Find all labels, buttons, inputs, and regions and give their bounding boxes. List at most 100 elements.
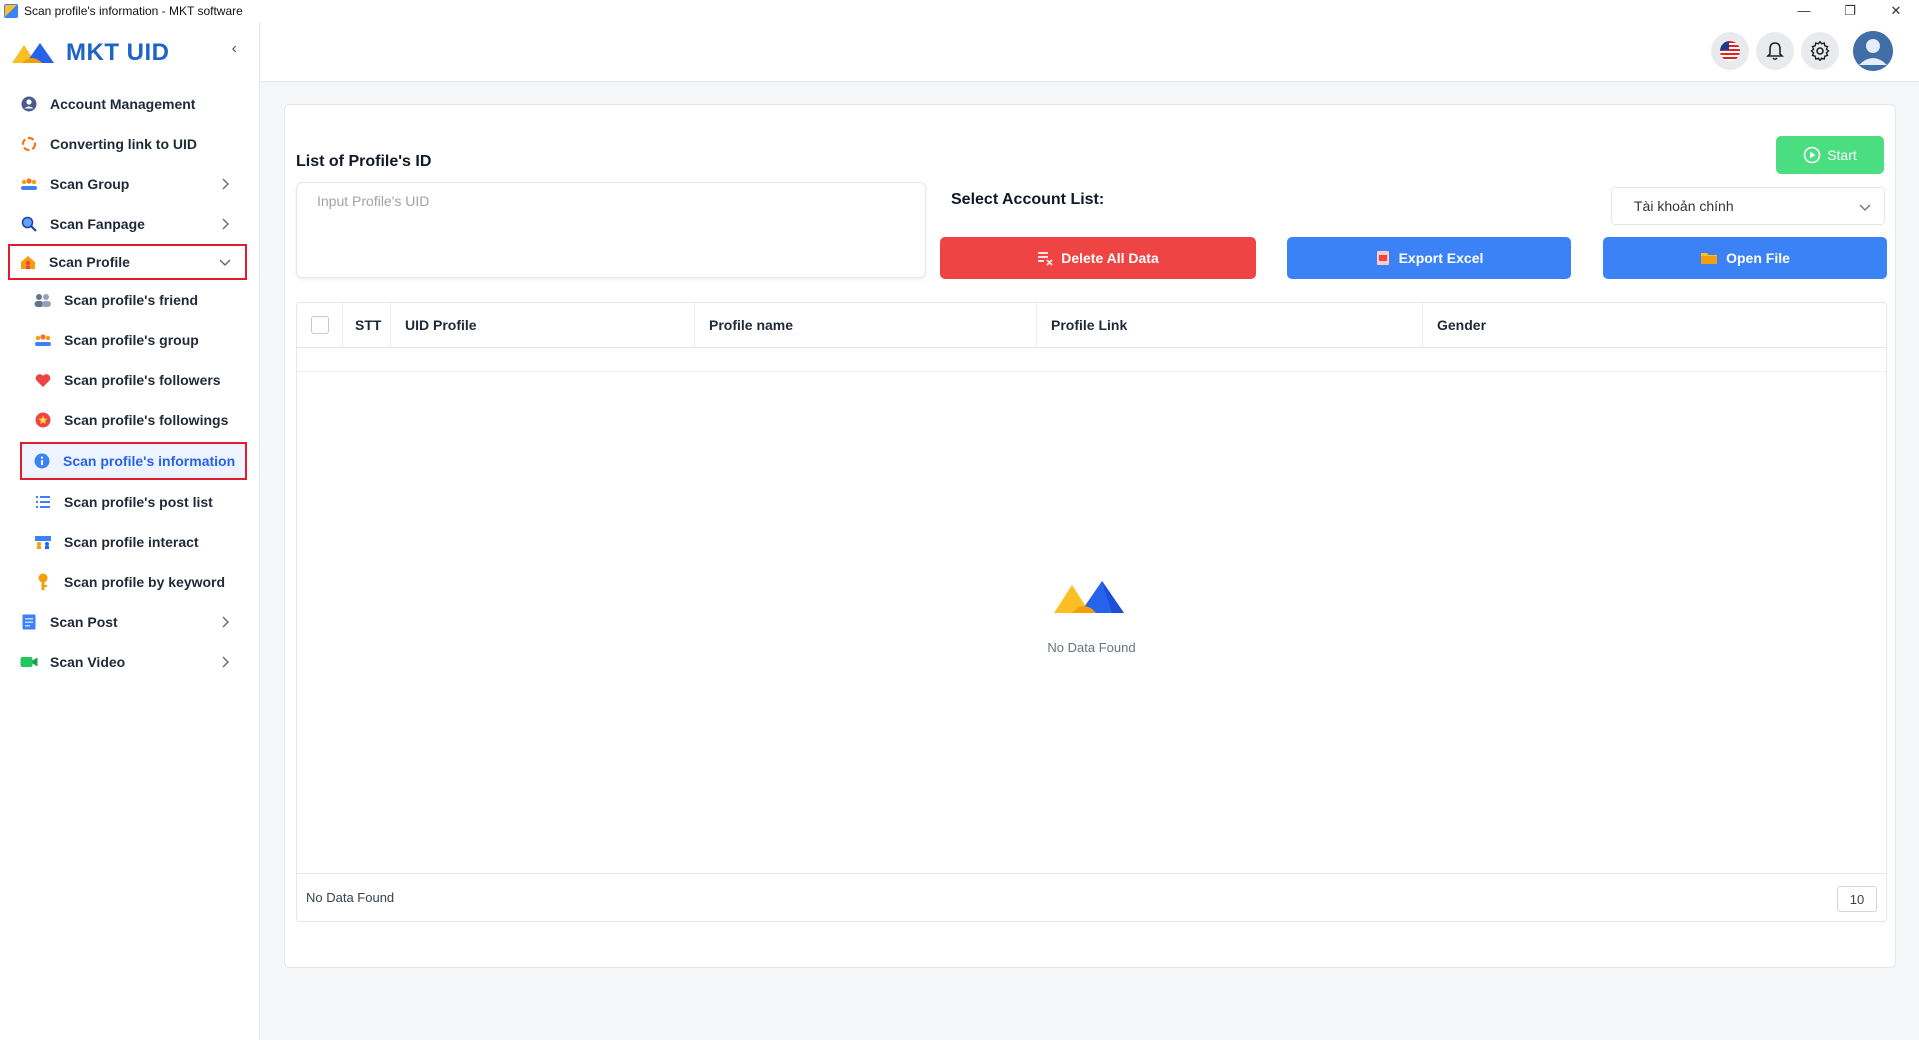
mkt-logo-icon	[1053, 581, 1124, 613]
section-title: List of Profile's ID	[296, 153, 432, 170]
sidebar-item-account-management[interactable]: Account Management	[0, 84, 259, 124]
user-avatar[interactable]	[1853, 31, 1893, 71]
brand-name: MKT UID	[66, 39, 170, 66]
sidebar-item-label: Scan Video	[50, 654, 126, 670]
window-controls: — ❐ ✕	[1781, 0, 1919, 22]
sidebar-collapse-button[interactable]: ‹	[232, 40, 237, 58]
sidebar-item-label: Scan profile by keyword	[64, 574, 226, 590]
profiles-table: STT UID Profile Profile name Profile Lin…	[296, 302, 1887, 922]
restore-button[interactable]: ❐	[1827, 0, 1873, 22]
sidebar-item-label: Scan profile's post list	[64, 494, 213, 510]
table-footer: No Data Found 10	[297, 873, 1886, 921]
folder-icon	[1701, 253, 1718, 264]
sidebar-item-label: Account Management	[50, 96, 196, 112]
account-select-value: Tài khoản chính	[1634, 198, 1734, 214]
profile-uid-input[interactable]	[296, 182, 926, 278]
gear-icon	[1810, 41, 1830, 61]
window-title: Scan profile's information - MKT softwar…	[24, 4, 243, 18]
chevron-down-icon	[219, 259, 231, 266]
sidebar-item-label: Scan profile's friend	[64, 292, 199, 308]
video-camera-icon	[20, 653, 38, 671]
user-icon	[1853, 31, 1893, 71]
sidebar-item-label: Scan Fanpage	[50, 216, 145, 232]
sidebar-subitem-profile-post-list[interactable]: Scan profile's post list	[0, 482, 259, 522]
sidebar-item-scan-group[interactable]: Scan Group	[0, 164, 259, 204]
sidebar-subitem-profile-followers[interactable]: Scan profile's followers	[0, 360, 259, 400]
sidebar-item-label: Scan Group	[50, 176, 130, 192]
account-circle-icon	[20, 95, 38, 113]
profile-house-icon	[19, 253, 37, 271]
column-header-uid-profile[interactable]: UID Profile	[391, 303, 695, 347]
delete-list-icon	[1038, 252, 1053, 266]
group-icon	[34, 331, 52, 349]
convert-icon	[20, 135, 38, 153]
settings-button[interactable]	[1801, 32, 1839, 70]
window-titlebar: Scan profile's information - MKT softwar…	[0, 0, 1919, 22]
mkt-logo-icon	[12, 43, 54, 63]
empty-state: No Data Found	[297, 575, 1886, 655]
sidebar-item-converting-link[interactable]: Converting link to UID	[0, 124, 259, 164]
sidebar-subitem-profile-friend[interactable]: Scan profile's friend	[0, 280, 259, 320]
open-file-label: Open File	[1726, 250, 1790, 266]
info-icon	[33, 452, 51, 470]
notifications-button[interactable]	[1756, 32, 1794, 70]
friends-icon	[34, 291, 52, 309]
app-icon	[4, 4, 18, 18]
sidebar-subitem-profile-group[interactable]: Scan profile's group	[0, 320, 259, 360]
table-header: STT UID Profile Profile name Profile Lin…	[297, 303, 1886, 348]
heart-icon	[34, 371, 52, 389]
search-icon	[20, 215, 38, 233]
select-all-checkbox[interactable]	[310, 316, 329, 334]
minimize-button[interactable]: —	[1781, 0, 1827, 22]
start-button-label: Start	[1827, 147, 1857, 163]
sidebar-item-label: Scan profile interact	[64, 534, 199, 550]
delete-all-data-button[interactable]: Delete All Data	[940, 237, 1256, 279]
table-filter-row	[297, 348, 1886, 372]
export-excel-label: Export Excel	[1398, 250, 1484, 266]
chevron-right-icon	[222, 178, 229, 190]
delete-all-data-label: Delete All Data	[1061, 250, 1159, 266]
post-icon	[20, 613, 38, 631]
sidebar-item-label: Scan profile's information	[63, 453, 236, 469]
column-header-profile-link[interactable]: Profile Link	[1037, 303, 1423, 347]
brand: MKT UID ‹	[0, 22, 259, 84]
sidebar-subitem-profile-interact[interactable]: Scan profile interact	[0, 522, 259, 562]
sidebar-item-label: Scan profile's followers	[64, 372, 221, 388]
sidebar-item-label: Scan profile's group	[64, 332, 199, 348]
sidebar-item-scan-post[interactable]: Scan Post	[0, 602, 259, 642]
sidebar-item-label: Converting link to UID	[50, 136, 197, 152]
sidebar-item-label: Scan Post	[50, 614, 118, 630]
start-button[interactable]: Start	[1776, 136, 1884, 174]
sidebar-nav: Account Management Converting link to UI…	[0, 84, 259, 682]
chevron-right-icon	[222, 656, 229, 668]
column-header-gender[interactable]: Gender	[1423, 303, 1886, 347]
sidebar-item-scan-fanpage[interactable]: Scan Fanpage	[0, 204, 259, 244]
us-flag-icon	[1720, 41, 1740, 61]
sidebar-item-scan-profile[interactable]: Scan Profile	[8, 244, 247, 280]
top-header	[261, 22, 1919, 82]
footer-status-text: No Data Found	[306, 890, 395, 905]
sidebar-item-label: Scan Profile	[49, 254, 130, 270]
open-file-button[interactable]: Open File	[1603, 237, 1887, 279]
account-list-label: Select Account List:	[951, 191, 1105, 208]
excel-export-icon	[1376, 251, 1389, 265]
page-size-select[interactable]: 10	[1837, 886, 1877, 912]
main-panel: List of Profile's ID Select Account List…	[284, 104, 1896, 968]
sidebar-subitem-profile-keyword[interactable]: Scan profile by keyword	[0, 562, 259, 602]
interact-icon	[34, 533, 52, 551]
sidebar-subitem-profile-information[interactable]: Scan profile's information	[20, 442, 247, 480]
sidebar-subitem-profile-followings[interactable]: Scan profile's followings	[0, 400, 259, 440]
chevron-right-icon	[222, 218, 229, 230]
close-button[interactable]: ✕	[1873, 0, 1919, 22]
export-excel-button[interactable]: Export Excel	[1287, 237, 1571, 279]
sidebar-item-scan-video[interactable]: Scan Video	[0, 642, 259, 682]
play-circle-icon	[1803, 146, 1821, 164]
column-header-profile-name[interactable]: Profile name	[695, 303, 1037, 347]
sidebar: MKT UID ‹ Account Management Converting …	[0, 22, 260, 1040]
account-select[interactable]: Tài khoản chính	[1611, 187, 1885, 225]
language-button[interactable]	[1711, 32, 1749, 70]
chevron-right-icon	[222, 616, 229, 628]
group-icon	[20, 175, 38, 193]
star-icon	[34, 411, 52, 429]
column-header-stt[interactable]: STT	[343, 303, 391, 347]
